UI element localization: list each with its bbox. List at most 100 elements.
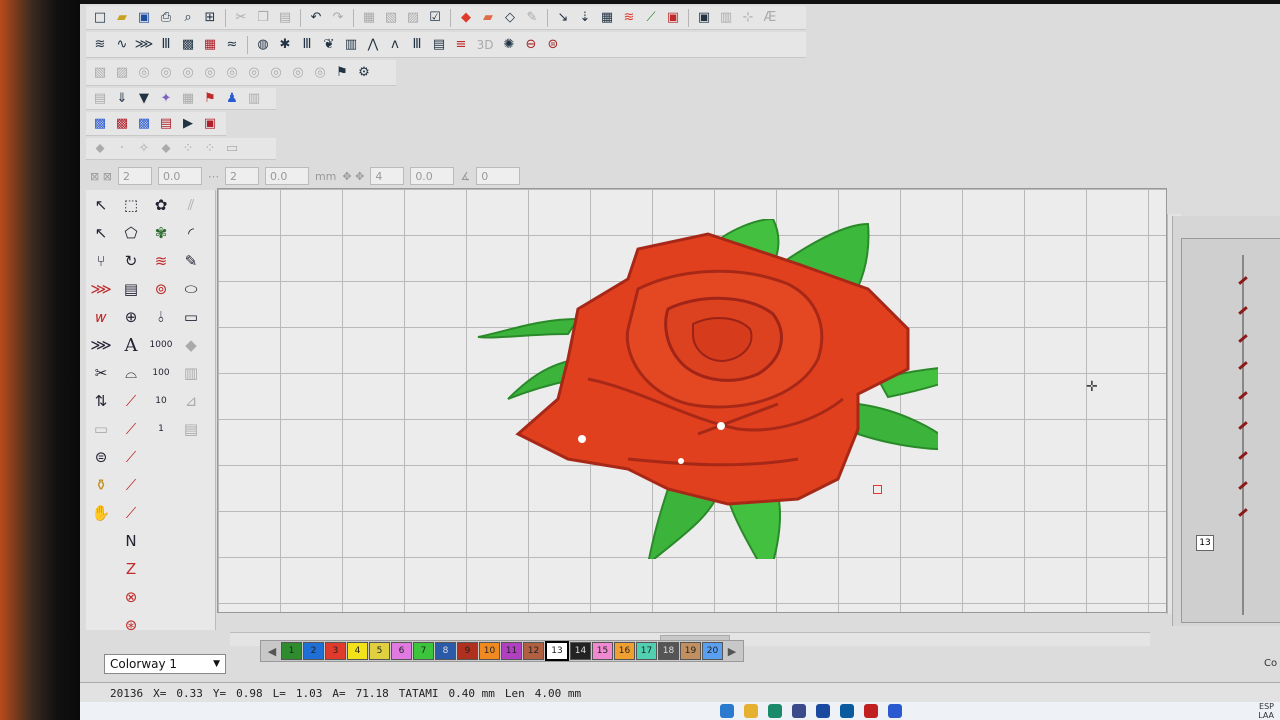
redo-icon[interactable]: ↷ — [328, 8, 348, 28]
lock-icon[interactable]: ▨ — [403, 8, 423, 28]
hoop-icon[interactable]: ⊜ — [88, 444, 114, 470]
diamond-icon[interactable]: ◆ — [178, 332, 204, 358]
undo-icon[interactable]: ↶ — [306, 8, 326, 28]
arc-icon[interactable]: ◜ — [178, 220, 204, 246]
list-icon[interactable]: ▤ — [178, 416, 204, 442]
chain-icon[interactable]: ⊗ — [118, 584, 144, 610]
save-icon[interactable]: ▣ — [134, 8, 154, 28]
node-icon[interactable]: ✧ — [134, 139, 154, 159]
checkbox-icon[interactable]: ☑ — [425, 8, 445, 28]
dashed-line-icon[interactable]: ⟋ — [118, 416, 144, 442]
outline-icon[interactable]: ◇ — [500, 8, 520, 28]
layer-icon[interactable]: ▭ — [88, 416, 114, 442]
reshape-icon[interactable]: ⬚ — [118, 192, 144, 218]
node-icon[interactable]: ⬥ — [90, 139, 110, 159]
step-line-icon[interactable]: ⟋ — [118, 472, 144, 498]
effect-icon[interactable]: ◎ — [310, 63, 330, 83]
curve-line-icon[interactable]: ⟋ — [118, 500, 144, 526]
thread-swatch[interactable]: 7 — [413, 642, 434, 660]
effect-icon[interactable]: ▨ — [112, 63, 132, 83]
rotate-icon[interactable]: ↻ — [118, 248, 144, 274]
thread-swatch[interactable]: 14 — [570, 642, 591, 660]
tile-icon[interactable]: ▥ — [716, 8, 736, 28]
wheel-icon[interactable]: ⊛ — [118, 612, 144, 638]
thread-swatch[interactable]: 18 — [658, 642, 679, 660]
thread-swatch[interactable]: 2 — [303, 642, 324, 660]
needle-icon[interactable]: ↘ — [553, 8, 573, 28]
text-ae-icon[interactable]: Æ — [760, 8, 780, 28]
effect-icon[interactable]: ◎ — [266, 63, 286, 83]
run-icon[interactable]: ⋙ — [134, 35, 154, 55]
leaf-icon[interactable]: ❦ — [319, 35, 339, 55]
effect-icon[interactable]: ◎ — [244, 63, 264, 83]
machine-icon[interactable]: ⚙ — [354, 63, 374, 83]
thread-swatch[interactable]: 6 — [391, 642, 412, 660]
lines-icon[interactable]: ≡ — [451, 35, 471, 55]
people-icon[interactable]: ♟ — [222, 89, 242, 109]
outlook-icon[interactable] — [840, 704, 854, 718]
stitch-red-icon[interactable]: ≋ — [148, 248, 174, 274]
wave-icon[interactable]: ∿ — [112, 35, 132, 55]
print-preview-icon[interactable]: ⌕ — [178, 8, 198, 28]
thread-swatch[interactable]: 20 — [702, 642, 723, 660]
fill-icon[interactable]: ▰ — [478, 8, 498, 28]
field-value-4[interactable]: 0 — [476, 167, 521, 185]
column-icon[interactable]: Ⅲ — [156, 35, 176, 55]
motif-fill-icon[interactable]: ▩ — [178, 35, 198, 55]
w-app-icon[interactable] — [864, 704, 878, 718]
satin-column-icon[interactable]: Ⅲ — [297, 35, 317, 55]
sewing-icon[interactable]: ▣ — [200, 114, 220, 134]
field-value-1[interactable]: 0.0 — [157, 167, 202, 185]
stitch-type-icon[interactable]: ⋙ — [88, 276, 114, 302]
sort-icon[interactable]: ⇅ — [88, 388, 114, 414]
edge-icon[interactable] — [768, 704, 782, 718]
colorway-select[interactable]: Colorway 1 ▼ — [104, 654, 226, 674]
zigzag-icon[interactable]: ≋ — [90, 35, 110, 55]
w-stitch-icon[interactable]: 𝑤 — [88, 304, 114, 330]
thread-swatch[interactable]: 8 — [435, 642, 456, 660]
stitch-1000-label[interactable]: 1000 — [144, 332, 178, 358]
radial-icon[interactable]: ◍ — [253, 35, 273, 55]
palette-right-arrow-icon[interactable]: ▶ — [724, 642, 740, 660]
bars-icon[interactable]: ▥ — [244, 89, 264, 109]
label-3d[interactable]: 3D — [473, 35, 497, 55]
sequence-list[interactable]: 13 — [1181, 238, 1280, 623]
thread-swatch[interactable]: 16 — [614, 642, 635, 660]
branch-icon[interactable]: ⑂ — [88, 248, 114, 274]
field-count-3[interactable]: 4 — [370, 167, 405, 185]
node-select-icon[interactable]: ↖ — [88, 220, 114, 246]
team-icon[interactable]: ⚑ — [200, 89, 220, 109]
grid-icon[interactable]: ▦ — [597, 8, 617, 28]
design-canvas[interactable]: ✛ — [217, 188, 1167, 613]
shape-outline-icon[interactable]: ⬠ — [118, 220, 144, 246]
l-app-icon[interactable] — [816, 704, 830, 718]
thread-swatch[interactable]: 11 — [501, 642, 522, 660]
thread-swatch[interactable]: 19 — [680, 642, 701, 660]
design-icon[interactable]: ▣ — [694, 8, 714, 28]
scissors-icon[interactable]: ✂ — [88, 360, 114, 386]
thread-swatch[interactable]: 9 — [457, 642, 478, 660]
thread-swatch[interactable]: 15 — [592, 642, 613, 660]
color-icon[interactable]: ✎ — [522, 8, 542, 28]
node-icon[interactable]: · — [112, 139, 132, 159]
stitch-10-label[interactable]: 10 — [144, 388, 178, 414]
stop-icon[interactable]: ✋ — [88, 500, 114, 526]
down-arrow-icon[interactable]: ⇓ — [112, 89, 132, 109]
effect-icon[interactable]: ◎ — [222, 63, 242, 83]
flower-icon[interactable]: ✿ — [148, 192, 174, 218]
stitch-100-label[interactable]: 100 — [144, 360, 178, 386]
select-arrow-icon[interactable]: ↖ — [88, 192, 114, 218]
text-tool[interactable]: A — [118, 332, 144, 358]
chart-icon[interactable]: ⟋ — [641, 8, 661, 28]
field-count-2[interactable]: 2 — [224, 167, 259, 185]
thread-swatch[interactable]: 3 — [325, 642, 346, 660]
photos-icon[interactable] — [888, 704, 902, 718]
line-stitch-icon[interactable]: ⟋ — [118, 388, 144, 414]
thread-swatch[interactable]: 12 — [523, 642, 544, 660]
cut-icon[interactable]: ✂ — [231, 8, 251, 28]
triangle-down-icon[interactable]: ▼ — [134, 89, 154, 109]
frame-icon[interactable]: ⊿ — [178, 388, 204, 414]
shape-icon[interactable]: ⊜ — [543, 35, 563, 55]
play-icon[interactable]: ▶ — [178, 114, 198, 134]
node-icon[interactable]: ⁘ — [178, 139, 198, 159]
